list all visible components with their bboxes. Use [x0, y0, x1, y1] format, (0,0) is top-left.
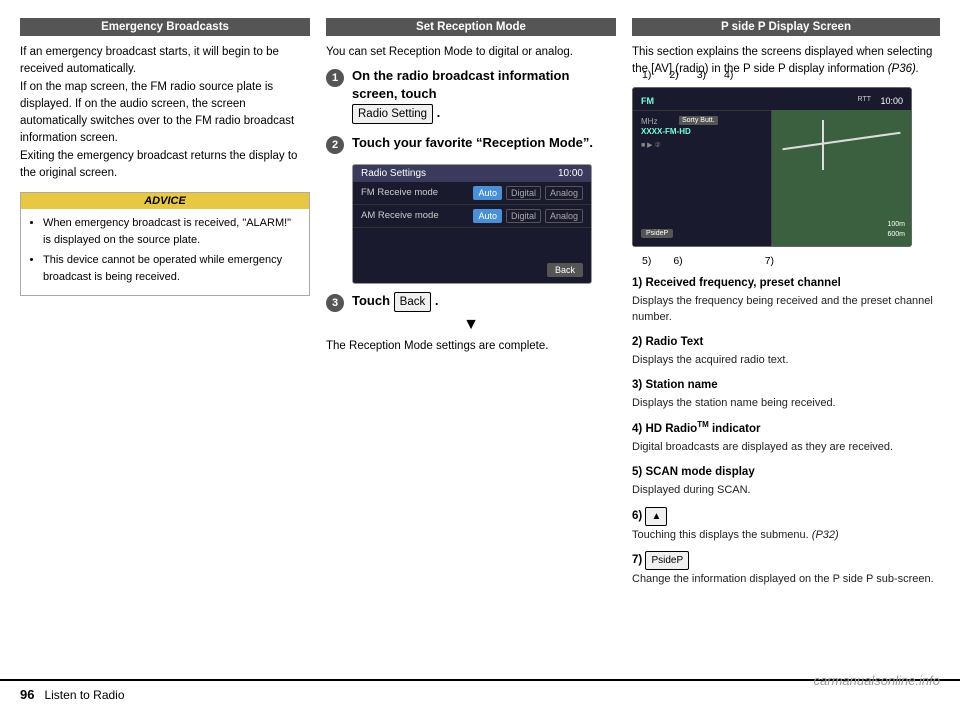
screen-area: 1) 2) 3) 4) FM 10:00 600m 100m — [632, 87, 940, 247]
rs-title: Radio Settings — [361, 168, 426, 179]
emergency-header: Emergency Broadcasts — [20, 18, 310, 36]
step1-text: On the radio broadcast information scree… — [352, 67, 616, 123]
label-3: 3) — [697, 69, 706, 81]
desc-list: 1) Received frequency, preset channel Di… — [632, 275, 940, 588]
page-title: Listen to Radio — [44, 688, 124, 702]
rs-opt-digital-am[interactable]: Digital — [506, 209, 541, 223]
pside-p-btn[interactable]: PsideP — [645, 551, 689, 570]
sorty-label: Sorty Butt. — [679, 116, 718, 125]
screen-labels-top: 1) 2) 3) 4) — [642, 69, 733, 81]
main-content: Emergency Broadcasts If an emergency bro… — [0, 0, 960, 679]
rs-row-2: AM Receive mode Auto Digital Analog — [353, 205, 591, 228]
rs-label-fm: FM Receive mode — [361, 187, 473, 198]
desc-item-3: 3) Station name Displays the station nam… — [632, 377, 940, 412]
col-middle: Set Reception Mode You can set Reception… — [326, 18, 616, 669]
label-5: 5) — [642, 255, 651, 267]
arrow-down: ▼ — [326, 316, 616, 334]
screen-clock: 10:00 — [880, 96, 903, 106]
step1-block: 1 On the radio broadcast information scr… — [326, 67, 616, 123]
advice-box: ADVICE When emergency broadcast is recei… — [20, 192, 310, 296]
screen-pside-btn[interactable]: PsideP — [641, 229, 673, 238]
rs-opt-auto-am[interactable]: Auto — [473, 209, 502, 223]
screen-labels-bottom: 5) 6) 7) — [642, 255, 774, 267]
pside-header: P side P Display Screen — [632, 18, 940, 36]
reception-intro: You can set Reception Mode to digital or… — [326, 44, 616, 61]
rs-opt-analog-fm[interactable]: Analog — [545, 186, 583, 200]
rs-options-am: Auto Digital Analog — [473, 209, 583, 223]
rs-time: 10:00 — [558, 168, 583, 179]
label-7: 7) — [765, 255, 774, 267]
col-right: P side P Display Screen This section exp… — [632, 18, 940, 669]
col-left: Emergency Broadcasts If an emergency bro… — [20, 18, 310, 669]
label-1: 1) — [642, 69, 651, 81]
advice-content: When emergency broadcast is received, "A… — [21, 209, 309, 295]
screen-icons-row: ■ ▶ ② — [641, 141, 661, 149]
advice-item-1: When emergency broadcast is received, "A… — [43, 215, 301, 248]
rs-row-1: FM Receive mode Auto Digital Analog — [353, 182, 591, 205]
step2-block: 2 Touch your favorite “Reception Mode”. — [326, 134, 616, 154]
submenu-btn[interactable]: ▲ — [645, 507, 667, 526]
screen-station-id: XXXX-FM-HD — [641, 127, 691, 136]
reception-header: Set Reception Mode — [326, 18, 616, 36]
label-2: 2) — [669, 69, 678, 81]
advice-header: ADVICE — [21, 193, 309, 209]
rs-opt-analog-am[interactable]: Analog — [545, 209, 583, 223]
step2-text: Touch your favorite “Reception Mode”. — [352, 134, 593, 152]
info-panel: MHz XXXX-FM-HD ■ ▶ ② PsideP — [633, 110, 771, 246]
rs-back-btn[interactable]: Back — [547, 263, 583, 277]
rs-opt-auto-fm[interactable]: Auto — [473, 186, 502, 200]
dist-600: 600m — [887, 231, 905, 238]
rs-label-am: AM Receive mode — [361, 210, 473, 221]
step3-row: 3 Touch Back . — [326, 292, 616, 312]
complete-text: The Reception Mode settings are complete… — [326, 340, 616, 352]
step2-num: 2 — [326, 136, 344, 154]
step3-num: 3 — [326, 294, 344, 312]
label-4: 4) — [724, 69, 733, 81]
desc-item-1: 1) Received frequency, preset channel Di… — [632, 275, 940, 326]
road-v — [822, 120, 824, 170]
label-6: 6) — [673, 255, 682, 267]
radio-settings-screen: Radio Settings 10:00 FM Receive mode Aut… — [352, 164, 592, 284]
road-h — [782, 131, 900, 150]
desc-item-7: 7) PsideP Change the information display… — [632, 551, 940, 588]
dist-100: 100m — [887, 221, 905, 228]
watermark: carmanualsonline.info — [814, 673, 940, 688]
screen-mhz: MHz — [641, 117, 657, 126]
rs-title-bar: Radio Settings 10:00 — [353, 165, 591, 182]
emergency-body: If an emergency broadcast starts, it wil… — [20, 44, 310, 182]
map-area: 600m 100m — [771, 110, 911, 246]
step3-block: 3 Touch Back . ▼ The Reception Mode sett… — [326, 292, 616, 352]
rs-opt-digital-fm[interactable]: Digital — [506, 186, 541, 200]
pside-screen: FM 10:00 600m 100m MHz XXXX-FM-HD ■ ▶ ② — [632, 87, 912, 247]
radio-setting-btn[interactable]: Radio Setting — [352, 104, 433, 124]
page-number: 96 — [20, 687, 34, 702]
step3-text: Touch Back . — [352, 292, 438, 312]
advice-item-2: This device cannot be operated while eme… — [43, 252, 301, 285]
rs-options-fm: Auto Digital Analog — [473, 186, 583, 200]
page-container: Emergency Broadcasts If an emergency bro… — [0, 0, 960, 708]
screen-fm-label: FM — [641, 96, 654, 106]
desc-item-6: 6) ▲ Touching this displays the submenu.… — [632, 507, 940, 544]
desc-item-2: 2) Radio Text Displays the acquired radi… — [632, 334, 940, 369]
rtt-label: RTT — [858, 96, 871, 103]
desc-item-4: 4) HD RadioTM indicator Digital broadcas… — [632, 419, 940, 456]
desc-item-5: 5) SCAN mode display Displayed during SC… — [632, 464, 940, 499]
step1-num: 1 — [326, 69, 344, 87]
back-btn[interactable]: Back — [394, 292, 432, 312]
